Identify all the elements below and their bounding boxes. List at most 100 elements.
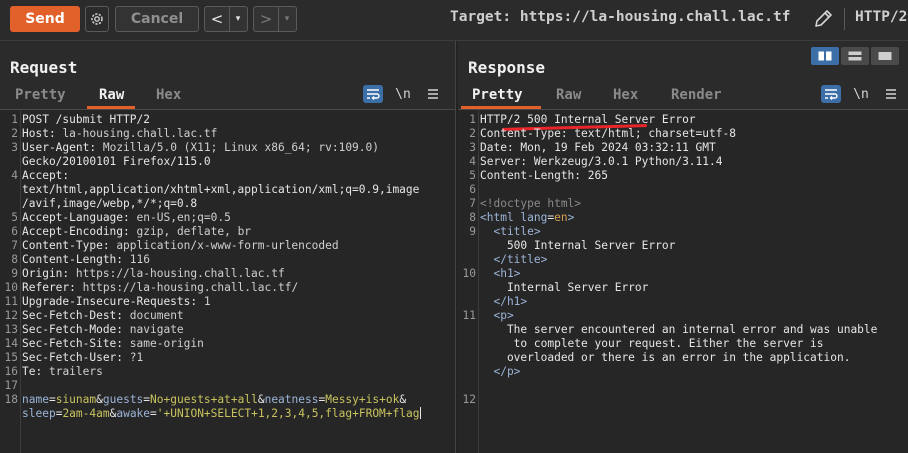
request-line: 17: [0, 379, 455, 393]
forward-button[interactable]: >: [254, 7, 278, 31]
line-text: The server encountered an internal error…: [480, 323, 878, 336]
target-url: https://la-housing.chall.lac.tf: [519, 9, 791, 25]
line-number: 5: [469, 169, 476, 182]
line-number: 9: [11, 267, 18, 280]
tab-request-pretty[interactable]: Pretty: [15, 84, 99, 106]
header-separator: :: [69, 281, 83, 294]
line-number: 2: [11, 127, 18, 140]
tab-response-render[interactable]: Render: [671, 84, 731, 106]
forward-button-group: > ▾: [253, 6, 297, 32]
html-token: <title>: [480, 225, 541, 238]
header-separator: :: [102, 239, 117, 252]
request-line: 6 Accept-Encoding: gzip, deflate, br: [0, 225, 455, 239]
text-cursor: [420, 407, 422, 419]
header-name: Content-Length: [22, 253, 117, 266]
forward-history-dropdown[interactable]: ▾: [278, 7, 295, 31]
request-line: 8 Content-Length: 116: [0, 253, 455, 267]
layout-stacked-button[interactable]: [841, 47, 869, 65]
line-content: <html lang=en>: [480, 211, 574, 225]
header-value: application/x-www-form-urlencoded: [116, 239, 339, 252]
back-button[interactable]: <: [205, 7, 229, 31]
line-text: 500 Internal Server Error: [480, 239, 676, 252]
layout-side-by-side-button[interactable]: [811, 47, 839, 65]
wrap-lines-button[interactable]: [363, 85, 383, 103]
line-number: 7: [469, 197, 476, 210]
gear-icon: [91, 13, 103, 25]
header-value: navigate: [129, 323, 184, 336]
request-pane: Request Pretty Raw Hex \n 1 POST /submit …: [0, 41, 455, 453]
request-line: sleep=2am-4am&awake='+UNION+SELECT+1,2,3…: [0, 407, 455, 421]
line-number: 12: [4, 309, 18, 322]
header-value: en-US,en;q=0.5: [136, 211, 231, 224]
tab-response-raw[interactable]: Raw: [556, 84, 613, 106]
line-number: 16: [4, 365, 18, 378]
response-show-newlines-button[interactable]: \n: [851, 85, 871, 103]
header-name: User-Agent: [22, 141, 90, 154]
line-content: Date: Mon, 19 Feb 2024 03:32:11 GMT: [480, 141, 716, 155]
request-line: 11 Upgrade-Insecure-Requests: 1: [0, 295, 455, 309]
param-trailing: &: [399, 393, 407, 406]
send-button[interactable]: Send: [10, 6, 80, 32]
line-text: to complete your request. Either the ser…: [480, 337, 824, 350]
header-value: 1: [203, 295, 211, 308]
line-content: Origin: https://la-housing.chall.lac.tf: [22, 267, 285, 281]
tab-request-hex[interactable]: Hex: [156, 84, 196, 106]
param-name: guests: [102, 393, 144, 406]
protocol-label[interactable]: HTTP/2: [855, 9, 907, 25]
tab-response-pretty[interactable]: Pretty: [472, 84, 556, 106]
header-name: Sec-Fetch-Dest: [22, 309, 117, 322]
header-name: Origin: [22, 267, 63, 280]
line-content: <h1>: [480, 267, 520, 281]
header-separator: :: [116, 309, 130, 322]
tab-response-hex[interactable]: Hex: [613, 84, 671, 106]
response-line: 500 Internal Server Error: [458, 239, 908, 253]
line-content: <p>: [480, 309, 514, 323]
param-name: sleep: [22, 407, 56, 420]
response-editor-tools: \n: [821, 85, 901, 103]
request-line: 7 Content-Type: application/x-www-form-ur…: [0, 239, 455, 253]
param-equals: =: [48, 393, 56, 406]
request-menu-button[interactable]: [423, 85, 443, 103]
request-line: 5 Accept-Language: en-US,en;q=0.5: [0, 211, 455, 225]
header-value: la-housing.chall.lac.tf: [62, 127, 218, 140]
html-token: <h1>: [480, 267, 521, 280]
layout-single-button[interactable]: [871, 47, 899, 65]
line-content: <title>: [480, 225, 541, 239]
line-text: HTTP/2 500 Internal Server Error: [480, 113, 696, 126]
response-line: 11 <p>: [458, 309, 908, 323]
response-line: The server encountered an internal error…: [458, 323, 908, 337]
param-value: 2am-4am: [62, 407, 110, 420]
settings-button[interactable]: [85, 6, 109, 32]
toolbar-divider: [844, 8, 845, 30]
line-number: 4: [469, 155, 476, 168]
param-value: No+guests+at+all: [150, 393, 258, 406]
line-content: to complete your request. Either the ser…: [480, 337, 824, 351]
param-name: neatness: [264, 393, 319, 406]
tab-request-raw[interactable]: Raw: [99, 84, 156, 106]
response-menu-button[interactable]: [881, 85, 901, 103]
html-token: </h1>: [480, 295, 528, 308]
header-name: Sec-Fetch-User: [22, 351, 117, 364]
response-line: 12: [458, 393, 908, 407]
line-content: Sec-Fetch-User: ?1: [22, 351, 143, 365]
html-token: >: [567, 211, 575, 224]
request-editor[interactable]: 1 POST /submit HTTP/2 2 Host: la-housing.ch…: [0, 109, 455, 453]
line-content: Internal Server Error: [480, 281, 648, 295]
response-line: 3 Date: Mon, 19 Feb 2024 03:32:11 GMT: [458, 141, 908, 155]
line-number: 9: [469, 225, 476, 238]
show-newlines-button[interactable]: \n: [393, 85, 413, 103]
response-line: </title>: [458, 253, 908, 267]
html-token: <p>: [480, 309, 514, 322]
line-text: Server: Werkzeug/3.0.1 Python/3.11.4: [480, 155, 723, 168]
line-text: overloaded or there is an error in the a…: [480, 351, 851, 364]
cancel-button[interactable]: Cancel: [115, 6, 199, 32]
line-text: Date: Mon, 19 Feb 2024 03:32:11 GMT: [480, 141, 716, 154]
response-line: </h1>: [458, 295, 908, 309]
response-wrap-lines-button[interactable]: [821, 85, 841, 103]
edit-target-icon[interactable]: [812, 8, 834, 30]
line-number: 5: [11, 211, 18, 224]
header-name: Accept-Encoding: [22, 225, 124, 238]
back-history-dropdown[interactable]: ▾: [229, 7, 246, 31]
header-separator: :: [116, 351, 130, 364]
response-editor[interactable]: 1 HTTP/2 500 Internal Server Error 2 Conten…: [458, 109, 908, 453]
